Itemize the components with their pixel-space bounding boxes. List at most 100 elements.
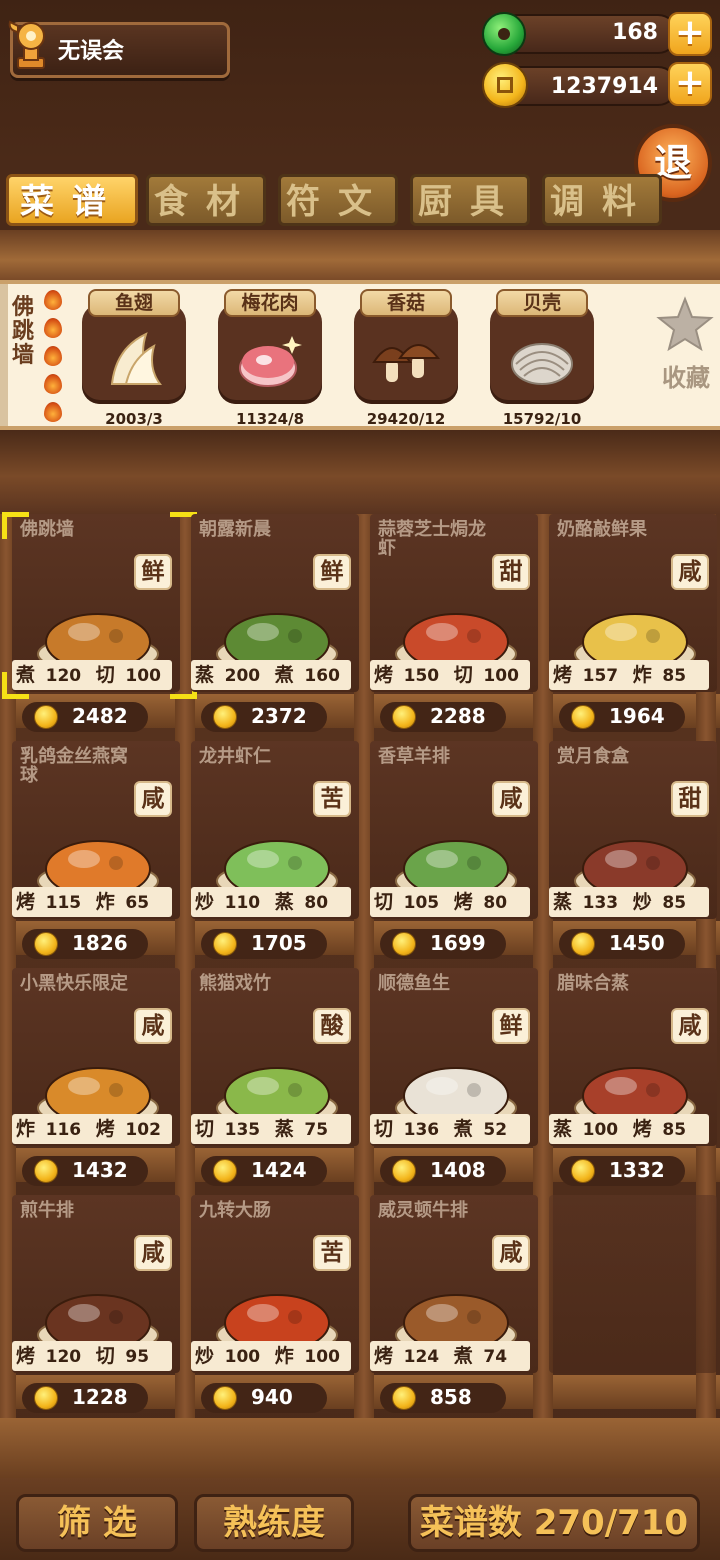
selection-corner (2, 512, 29, 539)
method-2: 煮 (453, 1118, 473, 1140)
method-2-value: 80 (304, 893, 329, 913)
add-jade-button[interactable]: + (668, 12, 712, 56)
taste-badge: 甜 (492, 554, 530, 590)
coin-icon (213, 1386, 237, 1410)
method-1-value: 115 (45, 893, 82, 913)
method-2-value: 100 (125, 666, 161, 686)
tab-cookware[interactable]: 厨具 (410, 174, 530, 226)
taste-badge: 鲜 (492, 1008, 530, 1044)
method-1: 炒 (195, 1345, 215, 1367)
flame-icon (44, 402, 62, 422)
method-2-value: 95 (125, 1347, 150, 1367)
method-1-value: 133 (582, 893, 619, 913)
add-coins-button[interactable]: + (668, 62, 712, 106)
cooking-stats: 切 105 烤 80 (370, 887, 530, 917)
taste-badge: 咸 (134, 1235, 172, 1271)
tab-recipes[interactable]: 菜谱 (6, 174, 138, 226)
recipe-name: 顺德鱼生 (378, 973, 450, 994)
ingredient-name: 贝壳 (496, 289, 588, 317)
favorite-star-icon[interactable] (656, 296, 714, 354)
tab-runes[interactable]: 符文 (278, 174, 398, 226)
method-2: 炸 (95, 891, 115, 913)
cooking-stats: 烤 120 切 95 (12, 1341, 172, 1371)
method-2-value: 85 (662, 1120, 687, 1140)
method-1-value: 120 (45, 1347, 82, 1367)
tab-ingredients[interactable]: 食材 (146, 174, 266, 226)
favorite-label[interactable]: 收藏 (656, 358, 716, 393)
method-2-value: 160 (304, 666, 340, 686)
taste-badge: 苦 (313, 781, 351, 817)
recipe-name: 龙井虾仁 (199, 746, 271, 767)
method-2-value: 52 (483, 1120, 508, 1140)
method-1: 烤 (374, 1345, 394, 1367)
method-2: 切 (95, 1345, 115, 1367)
method-2: 切 (453, 664, 473, 686)
method-1: 烤 (374, 664, 394, 686)
cooking-stats: 炸 116 烤 102 (12, 1114, 172, 1144)
taste-badge: 酸 (313, 1008, 351, 1044)
coin-icon (34, 1386, 58, 1410)
recipe-price: 1964 (609, 704, 665, 728)
taste-badge: 甜 (671, 781, 709, 817)
recipe-name: 蒜蓉芝士焗龙虾 (378, 519, 486, 559)
recipe-price: 1424 (251, 1158, 307, 1182)
method-1: 切 (374, 1118, 394, 1140)
cooking-stats: 蒸 133 炒 85 (549, 887, 709, 917)
recipe-price: 1228 (72, 1385, 128, 1409)
method-2-value: 80 (483, 893, 508, 913)
recipe-price: 1332 (609, 1158, 665, 1182)
taste-badge: 咸 (134, 1008, 172, 1044)
tab-seasoning[interactable]: 调料 (542, 174, 662, 226)
method-2-value: 74 (483, 1347, 508, 1367)
panel-scroll-edge (0, 284, 8, 426)
recipe-price: 1699 (430, 931, 486, 955)
mushroom-icon (372, 344, 440, 382)
recipe-price: 858 (430, 1385, 472, 1409)
method-1-value: 150 (403, 666, 440, 686)
flame-icon (44, 346, 62, 366)
taste-badge: 苦 (313, 1235, 351, 1271)
recipe-name: 威灵顿牛排 (378, 1200, 468, 1221)
coin-icon (571, 1159, 595, 1183)
method-1: 烤 (16, 891, 36, 913)
recipe-price: 940 (251, 1385, 293, 1409)
selection-corner (2, 672, 29, 699)
proficiency-button[interactable]: 熟练度 (194, 1494, 354, 1552)
cooking-stats: 蒸 200 煮 160 (191, 660, 351, 690)
cooking-stats: 炒 110 蒸 80 (191, 887, 351, 917)
method-1: 切 (195, 1118, 215, 1140)
coin-icon (392, 705, 416, 729)
coin-icon (213, 705, 237, 729)
method-2: 切 (95, 664, 115, 686)
cooking-stats: 烤 115 炸 65 (12, 887, 172, 917)
recipe-price: 1432 (72, 1158, 128, 1182)
method-2-value: 100 (483, 666, 519, 686)
coin-icon (213, 932, 237, 956)
method-1: 蒸 (553, 1118, 573, 1140)
method-1-value: 136 (403, 1120, 440, 1140)
coin-icon (34, 705, 58, 729)
method-1: 蒸 (195, 664, 215, 686)
filter-button[interactable]: 筛 选 (16, 1494, 178, 1552)
method-1: 烤 (16, 1345, 36, 1367)
recipe-price: 2372 (251, 704, 307, 728)
recipe-name: 九转大肠 (199, 1200, 271, 1221)
recipe-name: 佛跳墙 (20, 519, 74, 540)
recipe-price: 1408 (430, 1158, 486, 1182)
recipe-price: 1826 (72, 931, 128, 955)
cooking-stats: 切 136 煮 52 (370, 1114, 530, 1144)
ingredient-name: 鱼翅 (88, 289, 180, 317)
method-1-value: 120 (45, 666, 82, 686)
selected-dish-name: 佛跳墙 (11, 295, 34, 368)
ingredient-name: 香菇 (360, 289, 452, 317)
coin-icon (571, 932, 595, 956)
coin-icon (213, 1159, 237, 1183)
method-1: 炒 (195, 891, 215, 913)
method-2: 炸 (632, 664, 652, 686)
recipe-name: 熊猫戏竹 (199, 973, 271, 994)
method-2-value: 85 (662, 893, 687, 913)
cooking-stats: 烤 157 炸 85 (549, 660, 709, 690)
method-2: 烤 (632, 1118, 652, 1140)
recipe-price: 1450 (609, 931, 665, 955)
method-2: 煮 (274, 664, 294, 686)
